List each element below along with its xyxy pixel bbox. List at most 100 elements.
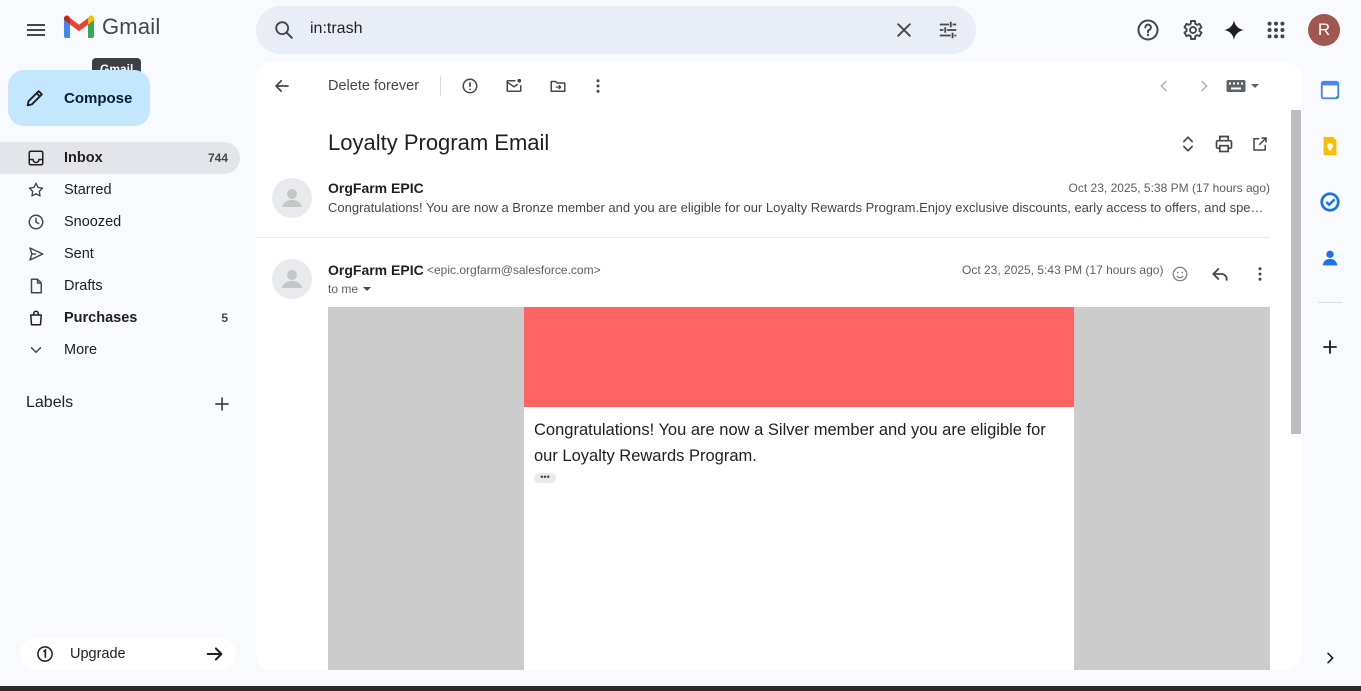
sidebar-item-label: Starred: [64, 182, 112, 198]
support-button[interactable]: [1128, 10, 1168, 50]
caret-down-icon: [1251, 84, 1259, 88]
add-reaction-button[interactable]: [1160, 258, 1200, 290]
sparkle-icon: [1224, 20, 1244, 40]
show-trimmed-content-button[interactable]: •••: [534, 473, 556, 483]
send-icon: [29, 247, 44, 261]
open-new-window-button[interactable]: [1240, 124, 1280, 164]
reply-icon: [1212, 268, 1228, 281]
search-input[interactable]: [310, 20, 870, 38]
plus-icon: [215, 397, 229, 411]
google-one-icon: [37, 646, 53, 662]
report-spam-button[interactable]: [450, 66, 490, 106]
sender-name[interactable]: OrgFarm EPIC: [328, 262, 424, 278]
compose-button[interactable]: Compose: [8, 70, 150, 126]
clock-icon: [28, 214, 44, 230]
hide-side-panel-button[interactable]: [1316, 644, 1344, 672]
message-subject: Loyalty Program Email: [328, 130, 550, 155]
older-button[interactable]: [1184, 66, 1224, 106]
arrow-left-icon: [275, 79, 289, 93]
person-icon: [282, 189, 302, 207]
more-vert-icon: [1258, 267, 1262, 281]
tasks-icon: [1320, 192, 1340, 212]
search-options-button[interactable]: [928, 10, 968, 50]
move-to-button[interactable]: [538, 66, 578, 106]
sidebar-item-snoozed[interactable]: Snoozed: [0, 206, 240, 238]
more-vert-icon: [596, 79, 600, 93]
open-in-new-icon: [1253, 137, 1267, 151]
search-icon: [275, 21, 293, 39]
print-all-button[interactable]: [1204, 124, 1244, 164]
keep-app-button[interactable]: [1316, 132, 1344, 160]
search-bar: [256, 6, 976, 54]
sidebar-item-label: Purchases: [64, 310, 138, 326]
settings-button[interactable]: [1172, 10, 1212, 50]
move-to-folder-icon: [550, 80, 566, 92]
newer-button[interactable]: [1144, 66, 1184, 106]
keep-icon: [1323, 136, 1337, 156]
message-more-button[interactable]: [1240, 258, 1280, 290]
gemini-button[interactable]: [1214, 10, 1254, 50]
sidebar-item-starred[interactable]: Starred: [0, 174, 240, 206]
sender-avatar: [272, 259, 312, 299]
sidebar-item-more[interactable]: More: [0, 334, 240, 366]
hamburger-menu-icon: [27, 24, 45, 36]
compose-label: Compose: [64, 89, 133, 107]
more-actions-button[interactable]: [578, 66, 618, 106]
unfold-icon: [1183, 136, 1193, 152]
chevron-down-icon: [30, 347, 42, 354]
recipient-details-toggle[interactable]: to me: [328, 282, 372, 296]
contacts-icon: [1322, 250, 1338, 266]
sidebar-item-inbox[interactable]: Inbox 744: [0, 142, 240, 174]
google-apps-button[interactable]: [1256, 10, 1296, 50]
get-addons-button[interactable]: [1316, 333, 1344, 361]
expand-all-button[interactable]: [1168, 124, 1208, 164]
upgrade-label: Upgrade: [70, 646, 126, 662]
toolbar-divider: [440, 76, 441, 96]
message-view: Delete forever Loyalty Program Email Org…: [256, 62, 1302, 670]
plus-icon: [1323, 340, 1337, 354]
caret-down-icon: [363, 287, 372, 291]
rail-divider: [1318, 302, 1342, 303]
gmail-wordmark: Gmail: [102, 14, 161, 39]
scrollbar[interactable]: [1291, 110, 1301, 434]
recipients-label: to me: [328, 282, 359, 296]
delete-forever-button[interactable]: Delete forever: [316, 74, 431, 98]
sidebar-item-label: Drafts: [64, 278, 103, 294]
sidebar-item-drafts[interactable]: Drafts: [0, 270, 240, 302]
contacts-app-button[interactable]: [1316, 244, 1344, 272]
draft-icon: [30, 278, 42, 294]
window-bottom-edge: [0, 686, 1361, 691]
gear-icon: [1183, 20, 1203, 40]
reply-button[interactable]: [1200, 258, 1240, 290]
email-header-banner: [524, 307, 1074, 407]
tasks-app-button[interactable]: [1316, 188, 1344, 216]
search-button[interactable]: [264, 10, 304, 50]
calendar-icon: [1320, 80, 1340, 100]
report-icon: [462, 78, 478, 94]
sidebar-item-label: Sent: [64, 246, 94, 262]
emoji-icon: [1172, 266, 1188, 282]
upgrade-button[interactable]: Upgrade: [20, 638, 236, 670]
pencil-icon: [26, 90, 43, 107]
mark-unread-button[interactable]: [494, 66, 534, 106]
clear-search-button[interactable]: [884, 10, 924, 50]
sidebar-item-label: More: [64, 342, 98, 358]
sidebar-item-sent[interactable]: Sent: [0, 238, 240, 270]
calendar-app-button[interactable]: [1316, 76, 1344, 104]
gmail-logo[interactable]: Gmail: [62, 14, 160, 40]
close-icon: [897, 23, 911, 37]
star-icon: [28, 182, 44, 197]
account-avatar[interactable]: R: [1308, 14, 1340, 46]
unread-count: 744: [207, 151, 228, 165]
back-button[interactable]: [262, 66, 302, 106]
collapsed-message[interactable]: OrgFarm EPIC Oct 23, 2025, 5:38 PM (17 h…: [256, 170, 1270, 238]
email-content-card: Congratulations! You are now a Silver me…: [524, 307, 1074, 670]
create-label-button[interactable]: [202, 384, 242, 424]
sender-name: OrgFarm EPIC: [328, 180, 424, 196]
message-date: Oct 23, 2025, 5:38 PM (17 hours ago): [1068, 181, 1270, 195]
sidebar-item-purchases[interactable]: Purchases 5: [0, 302, 240, 334]
print-icon: [1215, 135, 1233, 153]
sender-email: <epic.orgfarm@salesforce.com>: [427, 263, 601, 277]
main-menu-button[interactable]: [16, 10, 56, 50]
input-tools-button[interactable]: [1226, 74, 1260, 98]
